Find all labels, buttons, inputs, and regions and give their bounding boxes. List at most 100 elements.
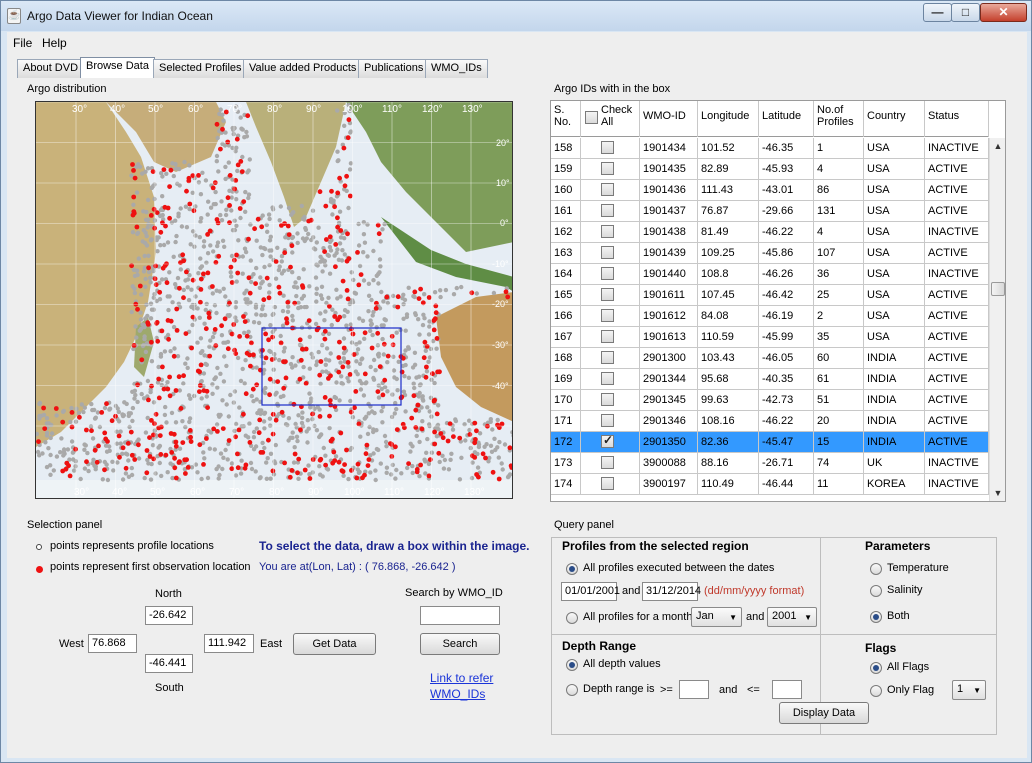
table-row[interactable]: 163 1901439 109.25 -45.86 107 USA ACTIVE bbox=[551, 243, 989, 264]
wmo-link-line1[interactable]: Link to refer bbox=[430, 671, 493, 685]
row-checkbox[interactable] bbox=[601, 183, 614, 196]
col-header-profiles[interactable]: No.of Profiles bbox=[814, 101, 864, 137]
table-row[interactable]: 161 1901437 76.87 -29.66 131 USA ACTIVE bbox=[551, 201, 989, 222]
cell-check[interactable] bbox=[581, 180, 640, 201]
radio-salinity[interactable] bbox=[870, 585, 882, 597]
table-row[interactable]: 174 3900197 110.49 -46.44 11 KOREA INACTIVE bbox=[551, 474, 989, 495]
radio-temperature[interactable] bbox=[870, 563, 882, 575]
cell-check[interactable] bbox=[581, 243, 640, 264]
col-header-country[interactable]: Country bbox=[864, 101, 925, 137]
col-header-status[interactable]: Status bbox=[925, 101, 989, 137]
cell-check[interactable] bbox=[581, 285, 640, 306]
table-row[interactable]: 168 2901300 103.43 -46.05 60 INDIA ACTIVE bbox=[551, 348, 989, 369]
tab-publications[interactable]: Publications bbox=[358, 59, 430, 78]
tab-value-added-products[interactable]: Value added Products bbox=[243, 59, 363, 78]
cell-check[interactable] bbox=[581, 390, 640, 411]
year-dropdown[interactable]: 2001 ▼ bbox=[767, 607, 817, 627]
table-row[interactable]: 158 1901434 101.52 -46.35 1 USA INACTIVE bbox=[551, 138, 989, 159]
row-checkbox[interactable] bbox=[601, 351, 614, 364]
col-header-latitude[interactable]: Latitude bbox=[759, 101, 814, 137]
row-checkbox[interactable] bbox=[601, 330, 614, 343]
scroll-up-arrow-icon[interactable]: ▲ bbox=[990, 138, 1005, 154]
north-field[interactable]: -26.642 bbox=[145, 606, 193, 625]
scroll-down-arrow-icon[interactable]: ▼ bbox=[990, 485, 1005, 501]
table-row[interactable]: 171 2901346 108.16 -46.22 20 INDIA ACTIVE bbox=[551, 411, 989, 432]
east-field[interactable]: 111.942 bbox=[204, 634, 254, 653]
depth-max-field[interactable] bbox=[772, 680, 802, 699]
row-checkbox[interactable] bbox=[601, 204, 614, 217]
cell-check[interactable] bbox=[581, 327, 640, 348]
cell-check[interactable] bbox=[581, 264, 640, 285]
row-checkbox[interactable] bbox=[601, 141, 614, 154]
date-to-field[interactable]: 31/12/2014 bbox=[642, 582, 701, 601]
cell-check[interactable] bbox=[581, 411, 640, 432]
date-from-field[interactable]: 01/01/2001 bbox=[561, 582, 620, 601]
row-checkbox[interactable] bbox=[601, 162, 614, 175]
table-row[interactable]: 160 1901436 111.43 -43.01 86 USA ACTIVE bbox=[551, 180, 989, 201]
table-row[interactable]: 159 1901435 82.89 -45.93 4 USA ACTIVE bbox=[551, 159, 989, 180]
wmo-link-line2[interactable]: WMO_IDs bbox=[430, 687, 485, 701]
table-row[interactable]: 164 1901440 108.8 -46.26 36 USA INACTIVE bbox=[551, 264, 989, 285]
argo-map[interactable]: 30° 40° 50° 60° 70° 80° 90° 100° 110° 12… bbox=[35, 101, 513, 499]
search-button[interactable]: Search bbox=[420, 633, 500, 655]
cell-check[interactable] bbox=[581, 201, 640, 222]
cell-check[interactable] bbox=[581, 306, 640, 327]
radio-all-depth[interactable] bbox=[566, 659, 578, 671]
flag-dropdown[interactable]: 1 ▼ bbox=[952, 680, 986, 700]
table-row[interactable]: 162 1901438 81.49 -46.22 4 USA INACTIVE bbox=[551, 222, 989, 243]
menu-help[interactable]: Help bbox=[42, 36, 67, 50]
maximize-button[interactable]: □ bbox=[951, 3, 980, 22]
row-checkbox[interactable] bbox=[601, 456, 614, 469]
row-checkbox[interactable] bbox=[601, 372, 614, 385]
radio-only-flag[interactable] bbox=[870, 685, 882, 697]
radio-month[interactable] bbox=[566, 612, 578, 624]
tab-browse-data[interactable]: Browse Data bbox=[80, 57, 155, 78]
west-field[interactable]: 76.868 bbox=[88, 634, 137, 653]
cell-check[interactable] bbox=[581, 159, 640, 180]
col-header-wmo[interactable]: WMO-ID bbox=[640, 101, 698, 137]
cell-check[interactable] bbox=[581, 474, 640, 495]
check-all-checkbox[interactable] bbox=[585, 111, 598, 124]
col-header-check-all[interactable]: Check All bbox=[581, 101, 640, 137]
south-field[interactable]: -46.441 bbox=[145, 654, 193, 673]
table-row[interactable]: 169 2901344 95.68 -40.35 61 INDIA ACTIVE bbox=[551, 369, 989, 390]
cell-check[interactable] bbox=[581, 432, 640, 453]
menu-file[interactable]: File bbox=[13, 36, 32, 50]
row-checkbox[interactable] bbox=[601, 477, 614, 490]
row-checkbox[interactable] bbox=[601, 414, 614, 427]
radio-date-range[interactable] bbox=[566, 563, 578, 575]
col-header-longitude[interactable]: Longitude bbox=[698, 101, 759, 137]
row-checkbox[interactable] bbox=[601, 246, 614, 259]
table-row[interactable]: 167 1901613 110.59 -45.99 35 USA ACTIVE bbox=[551, 327, 989, 348]
close-button[interactable]: ✕ bbox=[980, 3, 1027, 22]
cell-check[interactable] bbox=[581, 348, 640, 369]
cell-check[interactable] bbox=[581, 138, 640, 159]
radio-all-flags[interactable] bbox=[870, 662, 882, 674]
table-row[interactable]: 173 3900088 88.16 -26.71 74 UK INACTIVE bbox=[551, 453, 989, 474]
row-checkbox[interactable] bbox=[601, 288, 614, 301]
wmo-search-input[interactable] bbox=[420, 606, 500, 625]
radio-depth-range[interactable] bbox=[566, 684, 578, 696]
row-checkbox[interactable] bbox=[601, 309, 614, 322]
table-scrollbar[interactable]: ▲ ▼ bbox=[989, 138, 1005, 501]
tab-about-dvd[interactable]: About DVD bbox=[17, 59, 85, 78]
table-row[interactable]: 170 2901345 99.63 -42.73 51 INDIA ACTIVE bbox=[551, 390, 989, 411]
col-header-sno[interactable]: S. No. bbox=[551, 101, 581, 137]
tab-selected-profiles[interactable]: Selected Profiles bbox=[153, 59, 248, 78]
row-checkbox[interactable] bbox=[601, 393, 614, 406]
argo-map-canvas[interactable]: 30° 40° 50° 60° 70° 80° 90° 100° 110° 12… bbox=[36, 102, 513, 499]
row-checkbox[interactable] bbox=[601, 433, 614, 448]
table-row[interactable]: 166 1901612 84.08 -46.19 2 USA ACTIVE bbox=[551, 306, 989, 327]
cell-check[interactable] bbox=[581, 369, 640, 390]
tab-wmo-ids[interactable]: WMO_IDs bbox=[425, 59, 488, 78]
scroll-thumb[interactable] bbox=[991, 282, 1005, 296]
cell-check[interactable] bbox=[581, 222, 640, 243]
display-data-button[interactable]: Display Data bbox=[779, 702, 869, 724]
depth-min-field[interactable] bbox=[679, 680, 709, 699]
month-dropdown[interactable]: Jan ▼ bbox=[691, 607, 742, 627]
table-row[interactable]: 165 1901611 107.45 -46.42 25 USA ACTIVE bbox=[551, 285, 989, 306]
cell-check[interactable] bbox=[581, 453, 640, 474]
radio-both[interactable] bbox=[870, 611, 882, 623]
table-row[interactable]: 172 290135082.36-45.4715INDIAACTIVE bbox=[551, 432, 989, 453]
minimize-button[interactable]: — bbox=[923, 3, 952, 22]
